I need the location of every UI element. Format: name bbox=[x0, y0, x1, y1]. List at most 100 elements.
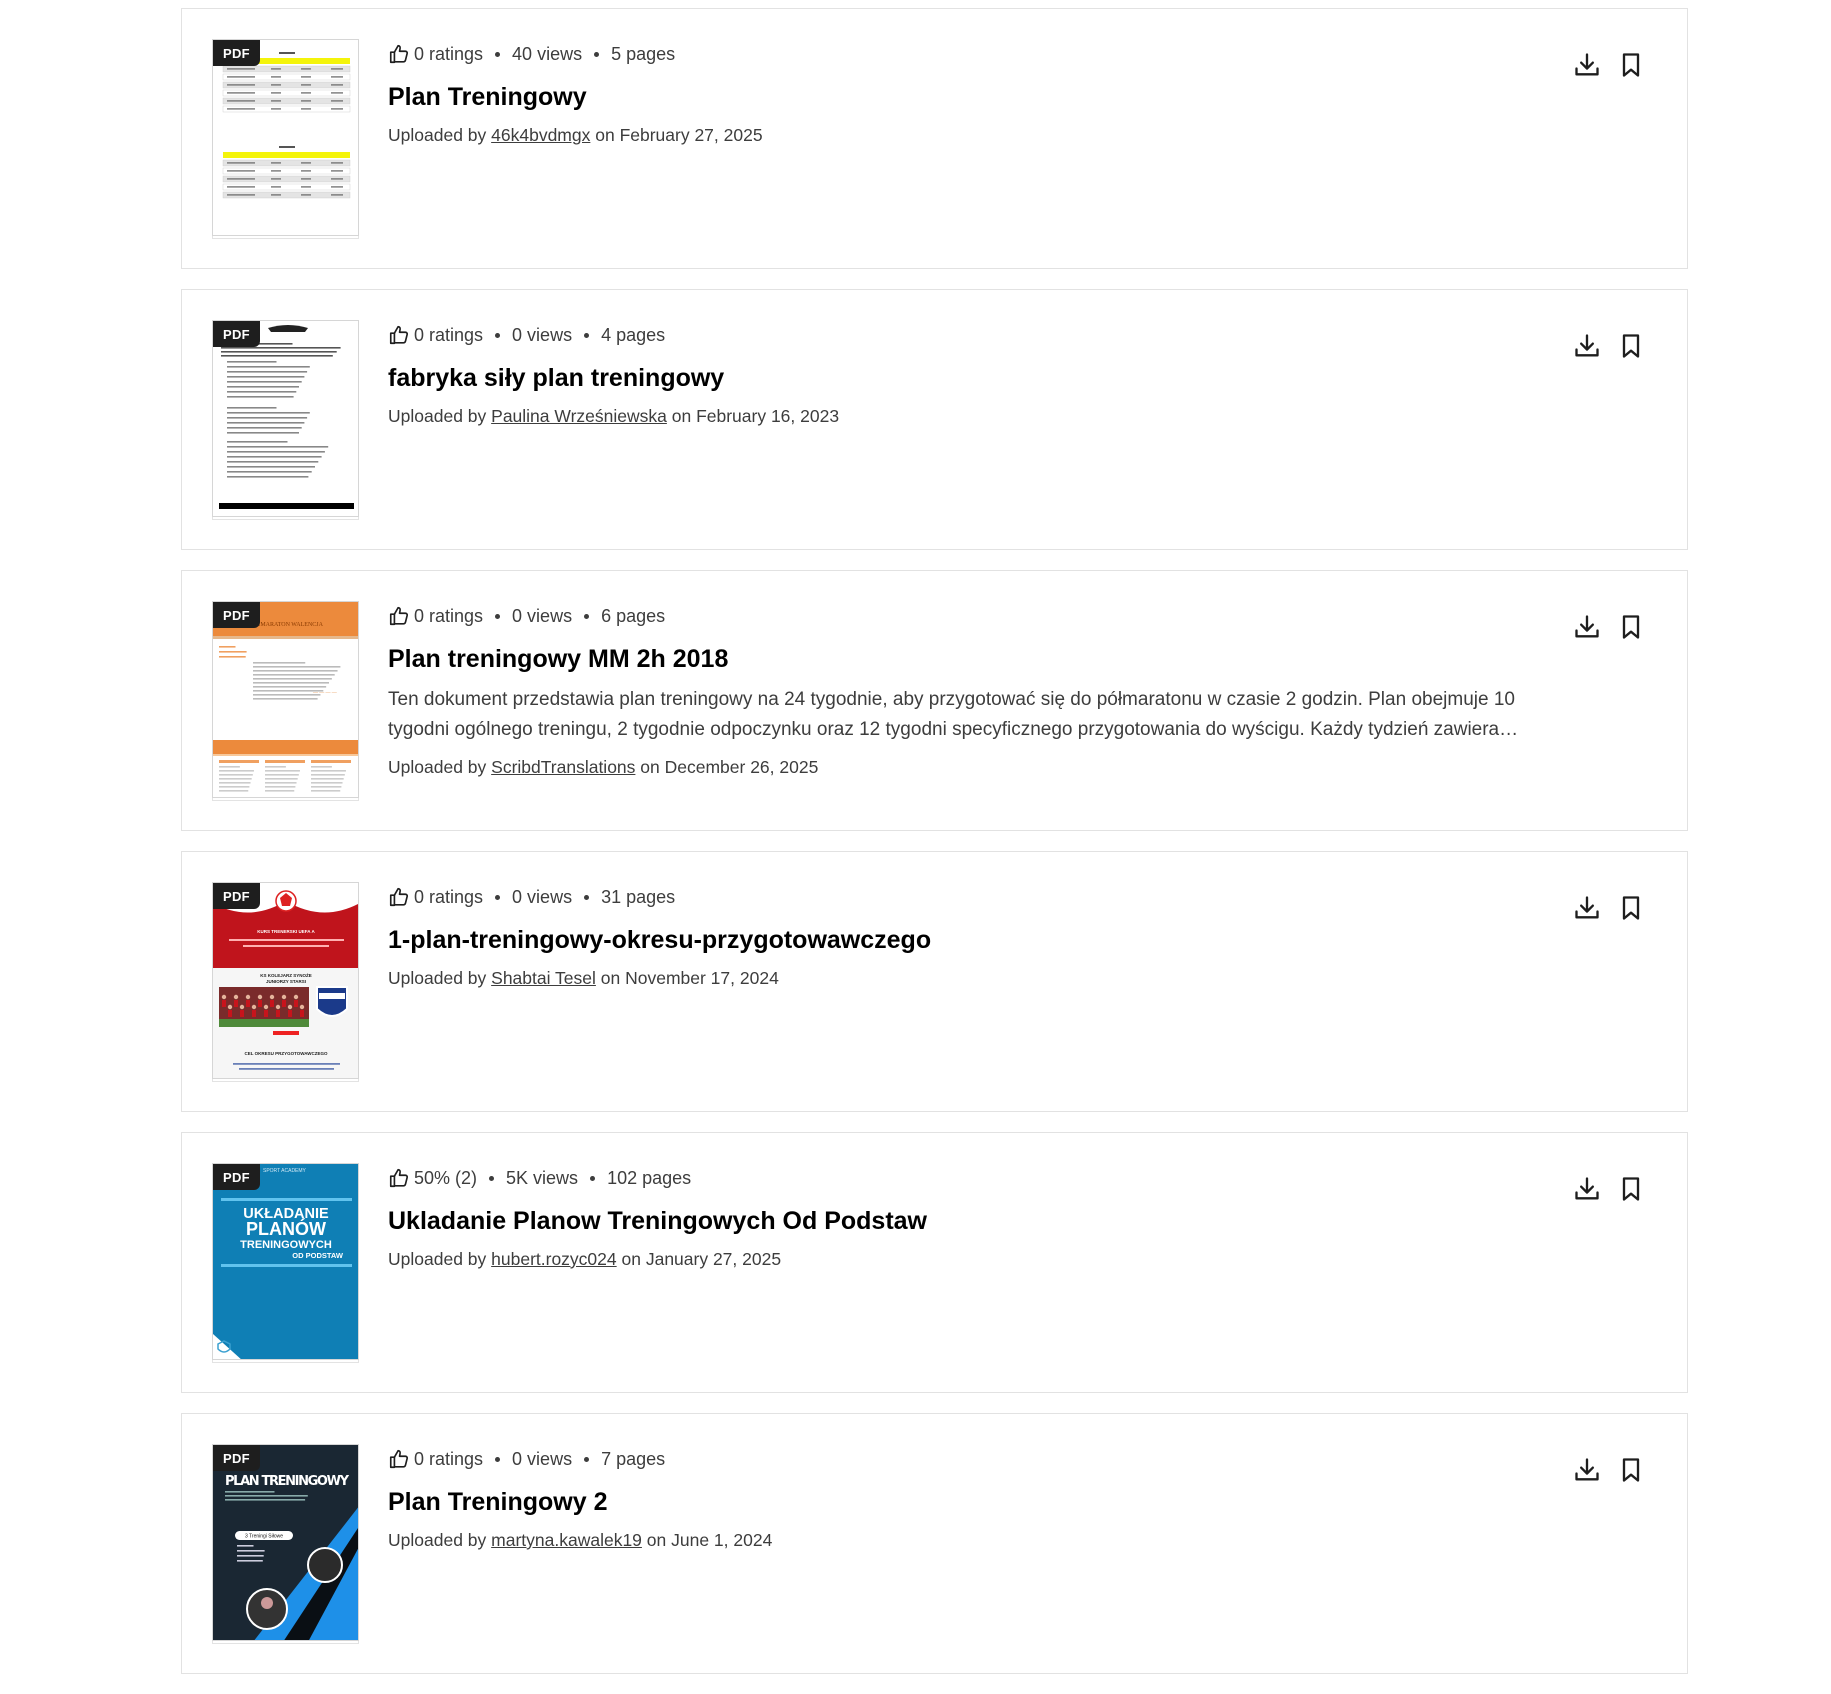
save-bookmark-button[interactable] bbox=[1617, 1175, 1645, 1203]
orange-doc-title: PÓŁMARATON WALENCJA bbox=[249, 620, 324, 628]
separator-dot bbox=[495, 894, 501, 900]
uploader-link[interactable]: 46k4bvdmgx bbox=[491, 125, 590, 145]
bookmark-icon bbox=[1622, 334, 1640, 358]
document-actions bbox=[1573, 613, 1645, 641]
pdf-badge: PDF bbox=[213, 321, 260, 347]
pages-text: 5 pages bbox=[611, 43, 676, 64]
download-icon bbox=[1575, 334, 1599, 357]
document-stats: 0 ratings 0 views 7 pages bbox=[388, 1446, 1587, 1472]
document-thumbnail[interactable]: PDF bbox=[212, 39, 359, 236]
uploaded-by: Uploaded by hubert.rozyc024 on January 2… bbox=[388, 1249, 1587, 1270]
bookmark-icon bbox=[1622, 1177, 1640, 1201]
separator-dot bbox=[590, 1175, 596, 1181]
separator-dot bbox=[495, 51, 501, 57]
uploaded-by: Uploaded by Shabtai Tesel on November 17… bbox=[388, 968, 1587, 989]
save-bookmark-button[interactable] bbox=[1617, 894, 1645, 922]
views-text: 0 views bbox=[512, 605, 573, 626]
document-card[interactable]: PLAN TRENINGOWY 3 Treningi Siłowe PDF 0 r… bbox=[181, 1413, 1688, 1674]
uploaded-by-prefix: Uploaded by bbox=[388, 1249, 492, 1269]
bookmark-icon bbox=[1622, 896, 1640, 920]
thumbs-up-icon bbox=[389, 1449, 409, 1469]
save-bookmark-button[interactable] bbox=[1617, 1456, 1645, 1484]
document-info: 50% (2) 5K views 102 pages Ukladanie Pla… bbox=[388, 1165, 1587, 1270]
rating-text: 0 ratings bbox=[414, 1448, 484, 1469]
uploaded-by-prefix: Uploaded by bbox=[388, 968, 492, 988]
document-card[interactable]: PÓŁMARATON WALENCJA — — — — PDF 0 ratings… bbox=[181, 570, 1688, 831]
svg-text:— — — —: — — — — bbox=[312, 691, 338, 696]
document-thumbnail[interactable]: PÓŁMARATON WALENCJA — — — — PDF bbox=[212, 601, 359, 798]
pages-text: 7 pages bbox=[601, 1448, 666, 1469]
document-thumbnail[interactable]: PLAN TRENINGOWY 3 Treningi Siłowe PDF bbox=[212, 1444, 359, 1641]
svg-text:JUNIORZY STARSI: JUNIORZY STARSI bbox=[266, 979, 306, 984]
document-title[interactable]: Ukladanie Planow Treningowych Od Podstaw bbox=[388, 1205, 1587, 1237]
save-bookmark-button[interactable] bbox=[1617, 613, 1645, 641]
rating-text: 50% (2) bbox=[414, 1167, 478, 1188]
download-button[interactable] bbox=[1573, 332, 1601, 360]
download-icon bbox=[1575, 615, 1599, 638]
document-results-list: PDF 0 ratings 40 views 5 pages Plan Tren… bbox=[181, 8, 1688, 1694]
thumbnail-image: KURS TRENERSKI UEFA A KS KOLEJARZ SYNOŻE J… bbox=[213, 883, 358, 1078]
pages-text: 6 pages bbox=[601, 605, 666, 626]
download-button[interactable] bbox=[1573, 894, 1601, 922]
document-card[interactable]: PDF 0 ratings 40 views 5 pages Plan Tren… bbox=[181, 8, 1688, 269]
document-info: 0 ratings 0 views 7 pages Plan Treningow… bbox=[388, 1446, 1587, 1551]
document-thumbnail[interactable]: PDF bbox=[212, 320, 359, 517]
svg-text:KS KOLEJARZ SYNOŻE: KS KOLEJARZ SYNOŻE bbox=[260, 972, 312, 978]
document-title[interactable]: Plan treningowy MM 2h 2018 bbox=[388, 643, 1587, 675]
uploaded-date: on November 17, 2024 bbox=[595, 968, 779, 988]
uploader-link[interactable]: Shabtai Tesel bbox=[491, 968, 596, 988]
save-bookmark-button[interactable] bbox=[1617, 51, 1645, 79]
svg-text:KURS TRENERSKI UEFA A: KURS TRENERSKI UEFA A bbox=[257, 929, 315, 934]
document-stats: 0 ratings 0 views 4 pages bbox=[388, 322, 1587, 348]
download-icon bbox=[1575, 1458, 1599, 1481]
uploaded-date: on February 16, 2023 bbox=[666, 406, 840, 426]
document-thumbnail[interactable]: SPORT ACADEMY UKŁADANIE PLANÓW TRENINGOWYCH… bbox=[212, 1163, 359, 1360]
rating-text: 0 ratings bbox=[414, 324, 484, 345]
pdf-badge: PDF bbox=[213, 40, 260, 66]
download-button[interactable] bbox=[1573, 1175, 1601, 1203]
separator-dot bbox=[495, 613, 501, 619]
pdf-badge: PDF bbox=[213, 602, 260, 628]
uploaded-date: on January 27, 2025 bbox=[616, 1249, 782, 1269]
separator-dot bbox=[495, 332, 501, 338]
document-card[interactable]: SPORT ACADEMY UKŁADANIE PLANÓW TRENINGOWYCH… bbox=[181, 1132, 1688, 1393]
uploaded-by-prefix: Uploaded by bbox=[388, 406, 492, 426]
download-button[interactable] bbox=[1573, 613, 1601, 641]
svg-text:SPORT ACADEMY: SPORT ACADEMY bbox=[263, 1168, 307, 1174]
uploader-link[interactable]: martyna.kawalek19 bbox=[491, 1530, 642, 1550]
uploaded-by-prefix: Uploaded by bbox=[388, 1530, 492, 1550]
separator-dot bbox=[584, 894, 590, 900]
document-info: 0 ratings 0 views 6 pages Plan treningow… bbox=[388, 603, 1587, 778]
document-card[interactable]: KURS TRENERSKI UEFA A KS KOLEJARZ SYNOŻE J… bbox=[181, 851, 1688, 1112]
document-thumbnail[interactable]: KURS TRENERSKI UEFA A KS KOLEJARZ SYNOŻE J… bbox=[212, 882, 359, 1079]
separator-dot bbox=[489, 1175, 495, 1181]
document-stats: 0 ratings 0 views 31 pages bbox=[388, 884, 1587, 910]
separator-dot bbox=[584, 332, 590, 338]
uploaded-by-prefix: Uploaded by bbox=[388, 125, 492, 145]
pdf-badge: PDF bbox=[213, 1445, 260, 1471]
pdf-badge: PDF bbox=[213, 1164, 260, 1190]
uploaded-by: Uploaded by 46k4bvdmgx on February 27, 2… bbox=[388, 125, 1587, 146]
document-title[interactable]: 1-plan-treningowy-okresu-przygotowawczeg… bbox=[388, 924, 1587, 956]
svg-text:PLANÓW: PLANÓW bbox=[246, 1218, 326, 1239]
document-card[interactable]: PDF 0 ratings 0 views 4 pages fabryka si… bbox=[181, 289, 1688, 550]
document-title[interactable]: Plan Treningowy 2 bbox=[388, 1486, 1587, 1518]
save-bookmark-button[interactable] bbox=[1617, 332, 1645, 360]
document-description: Ten dokument przedstawia plan treningowy… bbox=[388, 689, 1515, 740]
uploader-link[interactable]: ScribdTranslations bbox=[491, 757, 635, 777]
uploaded-by: Uploaded by Paulina Wrześniewska on Febr… bbox=[388, 406, 1587, 427]
document-info: 0 ratings 40 views 5 pages Plan Treningo… bbox=[388, 41, 1587, 146]
download-icon bbox=[1575, 53, 1599, 76]
svg-text:3 Treningi Siłowe: 3 Treningi Siłowe bbox=[245, 1534, 283, 1540]
document-title[interactable]: Plan Treningowy bbox=[388, 81, 1587, 113]
uploader-link[interactable]: Paulina Wrześniewska bbox=[491, 406, 667, 426]
separator-dot bbox=[584, 613, 590, 619]
download-button[interactable] bbox=[1573, 1456, 1601, 1484]
uploader-link[interactable]: hubert.rozyc024 bbox=[491, 1249, 617, 1269]
thumbs-up-icon bbox=[389, 44, 409, 64]
download-icon bbox=[1575, 1177, 1599, 1200]
document-title[interactable]: fabryka siły plan treningowy bbox=[388, 362, 1587, 394]
download-button[interactable] bbox=[1573, 51, 1601, 79]
thumbs-up-icon bbox=[389, 606, 409, 626]
document-stats: 0 ratings 0 views 6 pages bbox=[388, 603, 1587, 629]
